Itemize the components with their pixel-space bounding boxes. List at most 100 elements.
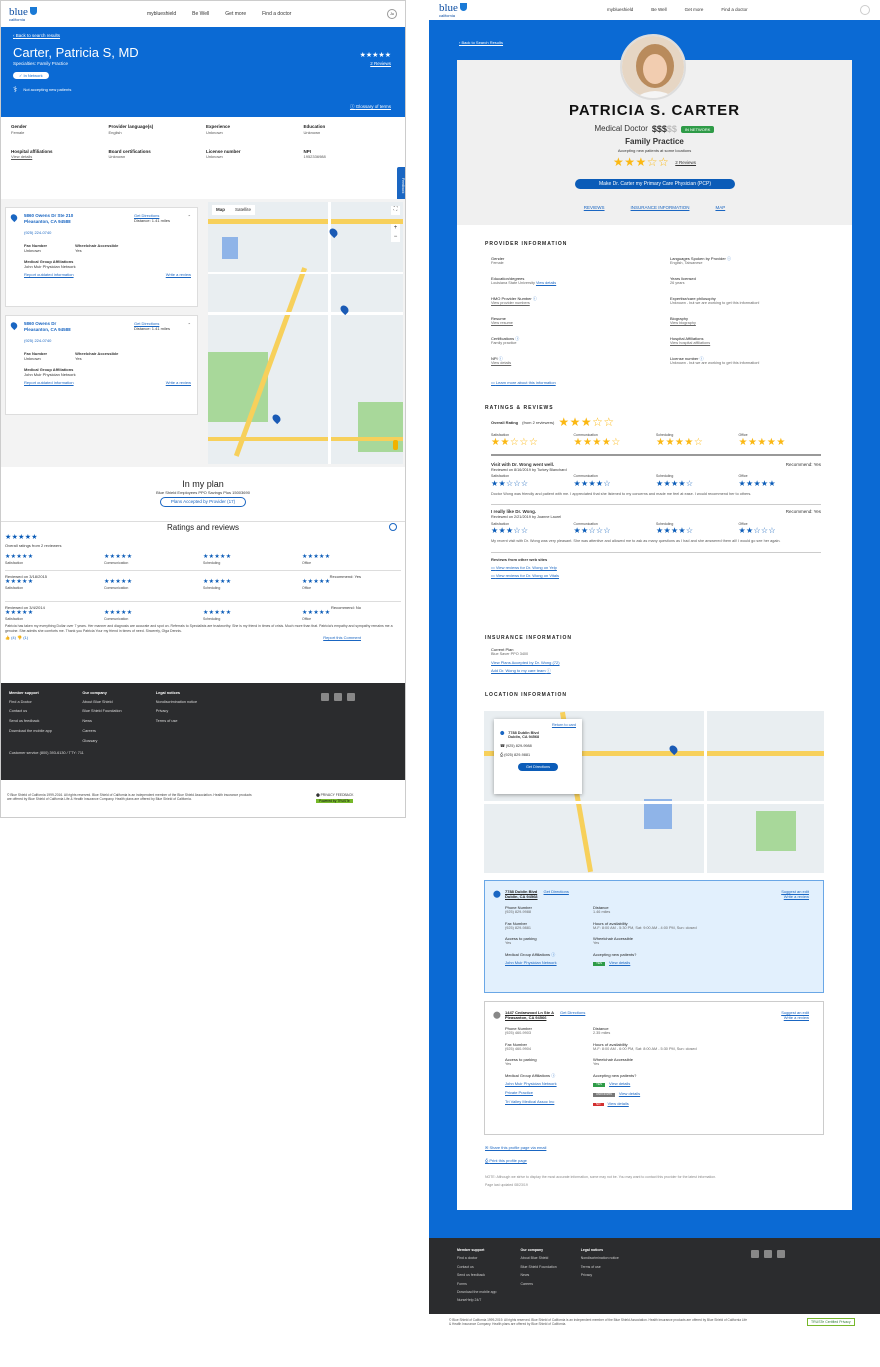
group-link[interactable]: Private Practice xyxy=(505,1090,593,1095)
hospital-affiliations-link[interactable]: View hospital affiliations xyxy=(670,341,830,346)
footer-link[interactable]: Careers xyxy=(82,729,154,734)
nav-myblueshield[interactable]: myblueshield xyxy=(607,7,633,13)
view-details-link[interactable]: View details xyxy=(619,1091,640,1096)
footer-link[interactable]: Send us feedback xyxy=(457,1273,497,1277)
group-link[interactable]: John Muir Physician Network xyxy=(505,1081,593,1086)
map-tab-map[interactable]: Map xyxy=(216,207,225,213)
collapse-icon[interactable]: ⌃ xyxy=(188,214,191,219)
footer-link[interactable]: Terms of use xyxy=(156,719,228,724)
tab-reviews[interactable]: REVIEWS xyxy=(584,205,605,211)
write-review-link[interactable]: Write a review xyxy=(166,380,191,385)
footer-link[interactable]: Careers xyxy=(521,1282,557,1286)
get-directions-button[interactable]: Get Directions xyxy=(518,762,558,772)
back-link[interactable]: ‹ Back to Search Results xyxy=(459,40,503,45)
social-icons[interactable] xyxy=(321,693,355,701)
footer-link[interactable]: News xyxy=(82,719,154,724)
footer-link[interactable]: Contact us xyxy=(457,1265,497,1269)
footer-link[interactable]: Glossary xyxy=(82,739,154,744)
map[interactable]: Return to card ⬤ 7788 Dublin Blvd Dublin, … xyxy=(484,711,824,873)
location-address[interactable]: 7788 Dublin Blvd Dublin, CA 94568 xyxy=(505,889,538,899)
footer-link[interactable]: News xyxy=(521,1273,557,1277)
nav-myblueshield[interactable]: myblueshield xyxy=(147,11,176,17)
plans-accepted-link[interactable]: View Plans Accepted by Dr. Wong (72) xyxy=(491,660,560,665)
user-avatar[interactable] xyxy=(860,5,870,15)
footer-link[interactable]: About Blue Shield xyxy=(521,1256,557,1260)
footer-link[interactable]: Terms of use xyxy=(581,1265,619,1269)
user-avatar[interactable]: Ju xyxy=(387,9,397,19)
helpful-votes[interactable]: 👍 (4) 👎 (1) xyxy=(5,635,28,640)
report-link[interactable]: Report outdated information xyxy=(24,380,74,385)
write-review-link[interactable]: Write a review xyxy=(166,272,191,277)
footer-link[interactable]: Blue Shield Foundation xyxy=(521,1265,557,1269)
footer-link[interactable]: Download the mobile app xyxy=(457,1290,497,1294)
tab-map[interactable]: MAP xyxy=(715,205,725,211)
nav-be-well[interactable]: Be Well xyxy=(192,11,209,17)
map-tab-satellite[interactable]: Satellite xyxy=(235,207,251,213)
add-care-team-link[interactable]: Add Dr. Wong to my care team ⓘ xyxy=(491,668,560,673)
npi-details-link[interactable]: View details xyxy=(491,361,651,366)
blue-shield-logo[interactable]: blue california xyxy=(439,2,467,18)
biography-link[interactable]: View biography xyxy=(670,321,830,326)
nav-be-well[interactable]: Be Well xyxy=(651,7,666,13)
reviews-link[interactable]: 2 Reviews xyxy=(675,160,696,166)
map[interactable]: Map Satellite ⛶ + − xyxy=(208,202,403,464)
resume-link[interactable]: View resume xyxy=(491,321,651,326)
provider-numbers-link[interactable]: View provider numbers xyxy=(491,301,651,306)
truste-badge[interactable]: Powered by TRUSTe xyxy=(316,799,353,804)
education-details-link[interactable]: View details xyxy=(536,281,556,285)
help-icon[interactable] xyxy=(389,523,397,531)
reviews-link[interactable]: 2 Reviews xyxy=(360,61,391,67)
directions-link[interactable]: Get Directions xyxy=(544,889,569,899)
view-details-link[interactable]: View details xyxy=(609,1081,630,1086)
footer-link[interactable]: NurseHelp 24/7 xyxy=(457,1298,497,1302)
report-comment-link[interactable]: Report this Comment xyxy=(323,635,361,640)
footer-link[interactable]: Privacy xyxy=(156,709,228,714)
footer-link[interactable]: Nondiscrimination notice xyxy=(581,1256,619,1260)
make-pcp-button[interactable]: Make Dr. Carter my Primary Care Physicia… xyxy=(575,179,735,190)
footer-link[interactable]: Privacy xyxy=(581,1273,619,1277)
footer-link[interactable]: Nondiscrimination notice xyxy=(156,700,228,705)
footer-link[interactable]: Forms xyxy=(457,1282,497,1286)
return-to-card-link[interactable]: Return to card xyxy=(500,723,576,728)
view-details-link[interactable]: View details xyxy=(609,960,630,965)
privacy-feedback[interactable]: ⬤ PRIVACY FEEDBACK xyxy=(316,793,353,797)
group-link[interactable]: John Muir Physician Network xyxy=(505,960,593,965)
nav-find-doctor[interactable]: Find a doctor xyxy=(721,7,747,13)
share-email-link[interactable]: ✉ Share this profile page via email xyxy=(485,1145,546,1150)
location-address[interactable]: 1447 Cedarwood Ln Ste A Pleasanton, CA 94… xyxy=(505,1010,554,1020)
footer-link[interactable]: Download the mobile app xyxy=(9,729,81,734)
footer-link[interactable]: Send us feedback xyxy=(9,719,81,724)
footer-link[interactable]: Find a doctor xyxy=(457,1256,497,1260)
truste-badge[interactable]: TRUSTe Certified Privacy xyxy=(807,1318,855,1327)
tab-insurance[interactable]: INSURANCE INFORMATION xyxy=(631,205,690,211)
hospital-details-link[interactable]: View details xyxy=(11,154,103,159)
footer-link[interactable]: Blue Shield Foundation xyxy=(82,709,154,714)
blue-shield-logo[interactable]: blue california xyxy=(9,6,37,22)
collapse-icon[interactable]: ⌃ xyxy=(188,322,191,327)
back-link[interactable]: ‹ Back to search results xyxy=(13,33,393,39)
footer-link[interactable]: About Blue Shield xyxy=(82,700,154,705)
view-details-link[interactable]: View details xyxy=(608,1101,629,1106)
yelp-link[interactable]: ▭ View reviews for Dr. Wong on Yelp xyxy=(491,565,821,570)
footer-link[interactable]: Contact us xyxy=(9,709,81,714)
zoom-controls[interactable]: + − xyxy=(391,224,400,242)
group-link[interactable]: Tri Valley Medical Assoc Inc xyxy=(505,1099,593,1104)
pegman-icon[interactable] xyxy=(393,440,398,450)
nav-find-doctor[interactable]: Find a doctor xyxy=(262,11,291,17)
map-pin-icon[interactable] xyxy=(270,412,283,425)
phone[interactable]: (925) 224-0740 xyxy=(24,230,191,235)
vitals-link[interactable]: ▭ View reviews for Dr. Wong on Vitals xyxy=(491,573,821,578)
nav-get-more[interactable]: Get more xyxy=(685,7,704,13)
fullscreen-icon[interactable]: ⛶ xyxy=(391,206,400,215)
print-link[interactable]: ⎙ Print this profile page xyxy=(485,1158,527,1163)
learn-more-link[interactable]: ▭ Learn more about this information xyxy=(491,380,556,385)
social-icons[interactable] xyxy=(751,1250,785,1258)
nav-get-more[interactable]: Get more xyxy=(225,11,246,17)
write-review-link[interactable]: Write a review xyxy=(781,1015,809,1020)
phone[interactable]: (925) 224-0740 xyxy=(24,338,191,343)
footer-link[interactable]: Find a Doctor xyxy=(9,700,81,705)
directions-link[interactable]: Get Directions xyxy=(560,1010,585,1020)
report-link[interactable]: Report outdated information xyxy=(24,272,74,277)
write-review-link[interactable]: Write a review xyxy=(781,894,809,899)
glossary-link[interactable]: ⓘ Glossary of terms xyxy=(350,104,391,110)
